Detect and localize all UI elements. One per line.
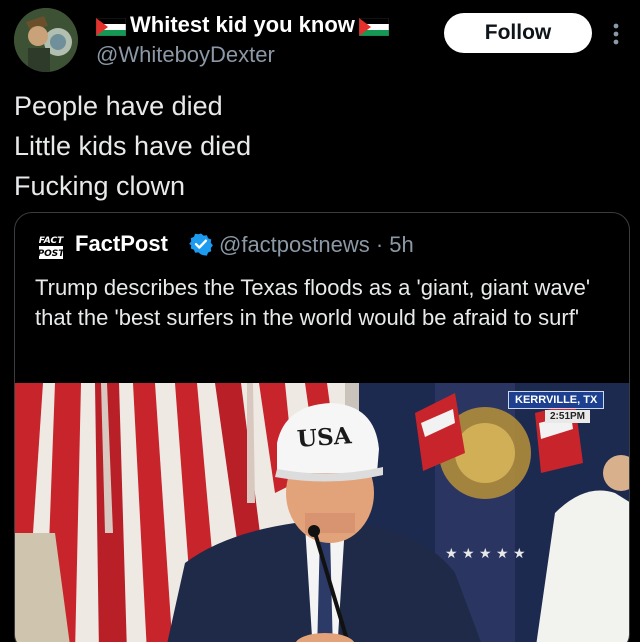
- svg-text:★ ★ ★ ★ ★: ★ ★ ★ ★ ★: [445, 546, 526, 562]
- quoted-handle-time[interactable]: @factpostnews · 5h: [219, 232, 414, 258]
- user-handle[interactable]: @WhiteboyDexter: [96, 42, 275, 68]
- news-chyron-location: KERRVILLE, TX: [508, 391, 605, 409]
- news-chyron-time: 2:51PM: [545, 410, 591, 423]
- tweet-line: Little kids have died: [14, 131, 252, 161]
- tweet-line: People have died: [14, 91, 223, 121]
- tweet-line: Fucking clown: [14, 171, 186, 201]
- quoted-author-name[interactable]: FactPost: [75, 231, 168, 257]
- cap-text: USA: [296, 422, 353, 453]
- svg-text:FACT: FACT: [39, 236, 64, 246]
- svg-text:POST: POST: [38, 249, 65, 259]
- palestine-flag-icon: [358, 16, 390, 37]
- tweet-text: People have died Little kids have died F…: [14, 86, 251, 206]
- tweet-post: Whitest kid you know @WhiteboyDexter Fol…: [0, 0, 640, 642]
- quoted-post-text: Trump describes the Texas floods as a 'g…: [35, 275, 591, 330]
- follow-button[interactable]: Follow: [444, 13, 592, 53]
- quoted-post[interactable]: FACT POST FactPost @factpostnews · 5h Tr…: [14, 212, 630, 642]
- display-name-text: Whitest kid you know: [130, 12, 355, 37]
- palestine-flag-icon: [95, 16, 127, 37]
- verified-badge-icon: [189, 232, 213, 256]
- display-name[interactable]: Whitest kid you know: [95, 12, 390, 38]
- avatar[interactable]: [14, 8, 78, 72]
- factpost-logo: FACT POST: [37, 231, 65, 261]
- quoted-media-image[interactable]: ★ ★ ★ ★ ★ USA KERRVILLE, TX 2:51PM: [15, 383, 629, 642]
- more-vertical-icon[interactable]: [606, 20, 626, 48]
